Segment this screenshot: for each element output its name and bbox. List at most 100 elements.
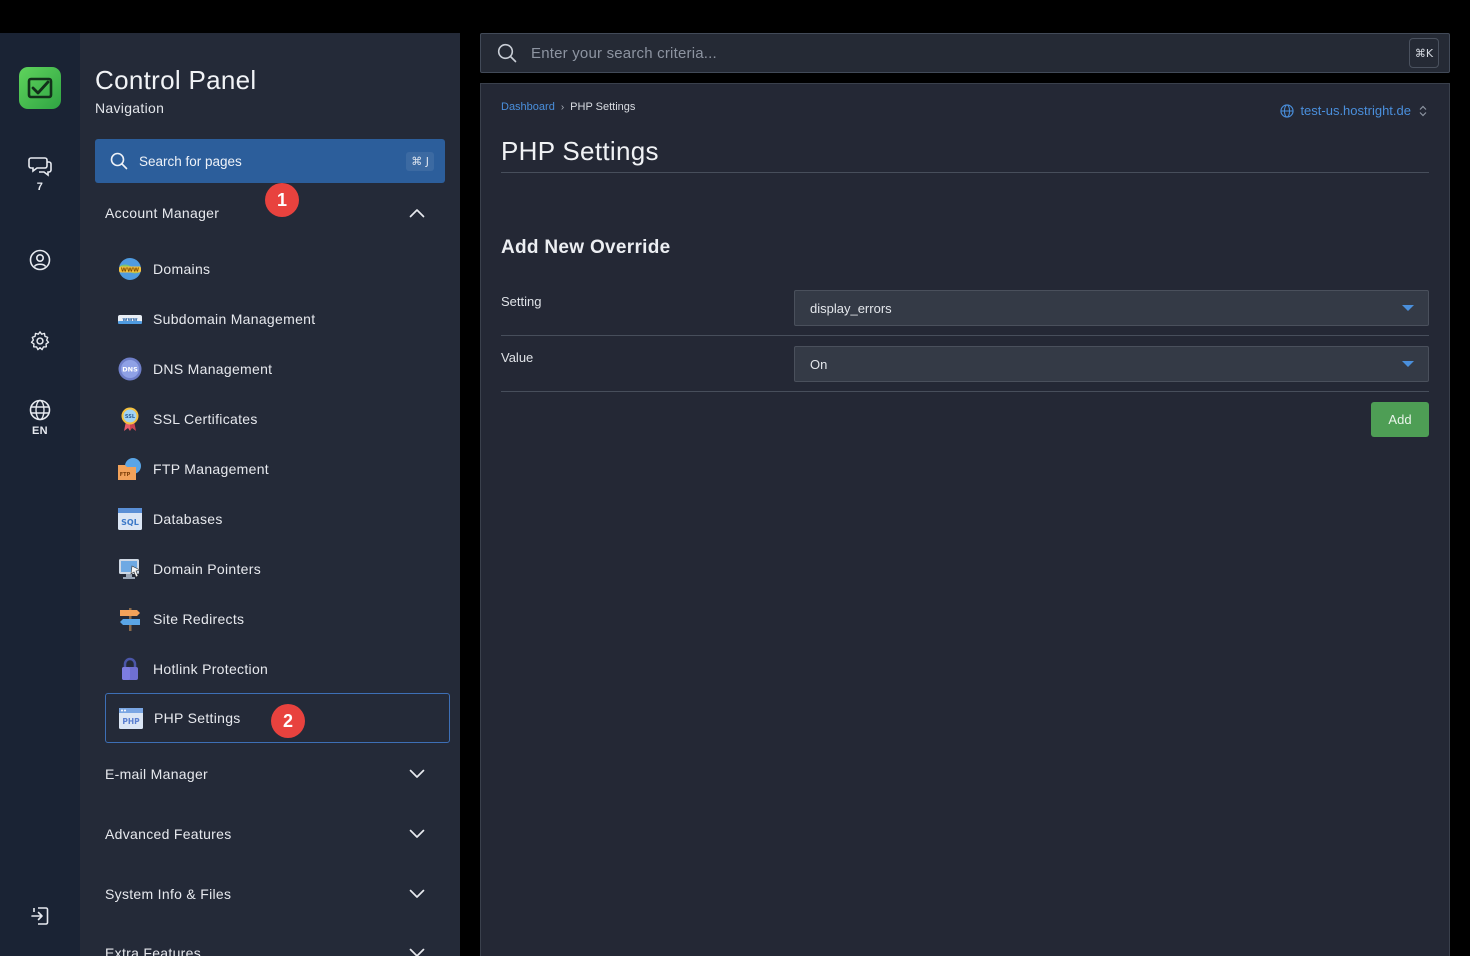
section-extra-features[interactable]: Extra Features bbox=[105, 943, 425, 956]
sidebar-item-site-redirects[interactable]: Site Redirects bbox=[105, 594, 450, 644]
chevron-right-icon: › bbox=[560, 101, 565, 113]
svg-text:SQL: SQL bbox=[121, 518, 139, 527]
sidebar-item-label: Domains bbox=[153, 261, 211, 277]
rail-settings[interactable] bbox=[0, 330, 80, 352]
value-select[interactable]: On bbox=[794, 346, 1429, 382]
page-search-input[interactable]: Search for pages ⌘ J bbox=[95, 139, 445, 183]
caret-down-icon bbox=[1402, 305, 1414, 311]
global-search-placeholder: Enter your search criteria... bbox=[531, 44, 717, 62]
svg-text:www: www bbox=[122, 317, 137, 323]
main-panel: Dashboard › PHP Settings test-us.hostrig… bbox=[480, 83, 1450, 956]
setting-select-value: display_errors bbox=[810, 300, 892, 316]
sidebar-item-ftp-management[interactable]: FTP FTP Management bbox=[105, 444, 450, 494]
chevron-down-icon bbox=[409, 948, 425, 956]
navigation-sidebar: Control Panel Navigation Search for page… bbox=[80, 33, 460, 956]
sidebar-item-subdomain-management[interactable]: www Subdomain Management bbox=[105, 294, 450, 344]
global-search-input[interactable]: Enter your search criteria... ⌘K bbox=[480, 33, 1450, 73]
globe-icon bbox=[1280, 103, 1295, 118]
value-label: Value bbox=[501, 350, 534, 365]
logout-icon bbox=[31, 907, 49, 925]
sidebar-item-dns-management[interactable]: DNS DNS Management bbox=[105, 344, 450, 394]
search-icon bbox=[110, 152, 128, 170]
sidebar-item-label: Subdomain Management bbox=[153, 311, 316, 327]
language-code: EN bbox=[32, 425, 48, 437]
logo-icon bbox=[27, 77, 53, 99]
section-label: Advanced Features bbox=[105, 826, 232, 842]
chevron-down-icon bbox=[409, 829, 425, 838]
sql-database-icon: SQL bbox=[117, 506, 143, 532]
subdomain-icon: www bbox=[117, 306, 143, 332]
sidebar-item-label: Site Redirects bbox=[153, 611, 245, 627]
page-search-placeholder: Search for pages bbox=[139, 153, 242, 169]
ssl-badge-icon: SSL bbox=[117, 406, 143, 432]
rail-logout[interactable] bbox=[0, 905, 80, 927]
setting-label: Setting bbox=[501, 294, 542, 309]
rail-language[interactable]: EN bbox=[0, 399, 80, 437]
chevron-down-icon bbox=[409, 889, 425, 898]
sidebar-title: Control Panel bbox=[95, 65, 257, 95]
section-label: E-mail Manager bbox=[105, 766, 209, 782]
section-email-manager[interactable]: E-mail Manager bbox=[105, 764, 425, 784]
svg-text:PHP: PHP bbox=[122, 717, 140, 726]
svg-text:FTP: FTP bbox=[120, 472, 131, 478]
www-globe-icon: WWW bbox=[117, 256, 143, 282]
signpost-icon bbox=[117, 606, 143, 632]
icon-rail: 7 EN bbox=[0, 33, 80, 956]
section-label: System Info & Files bbox=[105, 886, 232, 902]
padlock-icon bbox=[117, 656, 143, 682]
breadcrumb: Dashboard › PHP Settings bbox=[501, 101, 635, 113]
chat-bubbles-icon bbox=[28, 157, 52, 177]
breadcrumb-dashboard[interactable]: Dashboard bbox=[501, 101, 555, 113]
breadcrumb-current: PHP Settings bbox=[570, 101, 636, 113]
dns-globe-icon: DNS bbox=[117, 356, 143, 382]
rail-account[interactable] bbox=[0, 249, 80, 271]
sidebar-item-domain-pointers[interactable]: Domain Pointers bbox=[105, 544, 450, 594]
value-select-value: On bbox=[810, 356, 828, 372]
domain-selector[interactable]: test-us.hostright.de bbox=[1280, 103, 1427, 118]
domain-name: test-us.hostright.de bbox=[1300, 103, 1411, 118]
window-top-bar bbox=[0, 0, 1470, 33]
svg-text:DNS: DNS bbox=[122, 366, 138, 374]
add-button[interactable]: Add bbox=[1371, 402, 1429, 437]
gear-icon bbox=[30, 331, 50, 351]
global-search-shortcut: ⌘K bbox=[1409, 38, 1439, 68]
user-circle-icon bbox=[29, 249, 51, 271]
sidebar-item-hotlink-protection[interactable]: Hotlink Protection bbox=[105, 644, 450, 694]
row-divider bbox=[501, 391, 1429, 392]
svg-text:WWW: WWW bbox=[121, 268, 139, 274]
section-advanced-features[interactable]: Advanced Features bbox=[105, 824, 425, 844]
ftp-folder-icon: FTP bbox=[117, 456, 143, 482]
messages-count: 7 bbox=[36, 181, 44, 193]
svg-text:SSL: SSL bbox=[125, 414, 136, 420]
sidebar-item-ssl-certificates[interactable]: SSL SSL Certificates bbox=[105, 394, 450, 444]
sort-arrows-icon bbox=[1419, 105, 1427, 116]
section-label: Extra Features bbox=[105, 945, 202, 956]
app-logo[interactable] bbox=[19, 67, 61, 109]
section-title: Add New Override bbox=[501, 237, 671, 258]
sidebar-item-label: FTP Management bbox=[153, 461, 269, 477]
sidebar-item-label: PHP Settings bbox=[154, 710, 241, 726]
setting-select[interactable]: display_errors bbox=[794, 290, 1429, 326]
page-search-shortcut: ⌘ J bbox=[406, 151, 434, 171]
caret-down-icon bbox=[1402, 361, 1414, 367]
sidebar-subtitle: Navigation bbox=[95, 100, 165, 116]
section-label: Account Manager bbox=[105, 205, 220, 221]
row-divider bbox=[501, 335, 1429, 336]
chevron-up-icon bbox=[409, 209, 425, 218]
title-divider bbox=[501, 172, 1429, 173]
sidebar-item-label: Hotlink Protection bbox=[153, 661, 269, 677]
monitor-pointer-icon bbox=[117, 556, 143, 582]
search-icon bbox=[497, 43, 517, 63]
sidebar-item-label: DNS Management bbox=[153, 361, 273, 377]
section-account-manager[interactable]: Account Manager bbox=[105, 203, 425, 223]
section-system-info[interactable]: System Info & Files bbox=[105, 884, 425, 904]
page-title: PHP Settings bbox=[501, 136, 659, 166]
sidebar-item-label: Databases bbox=[153, 511, 223, 527]
step-badge-2: 2 bbox=[271, 704, 305, 738]
globe-icon bbox=[29, 399, 51, 421]
sidebar-item-domains[interactable]: WWW Domains bbox=[105, 244, 450, 294]
sidebar-item-databases[interactable]: SQL Databases bbox=[105, 494, 450, 544]
chevron-down-icon bbox=[409, 769, 425, 778]
sidebar-item-label: Domain Pointers bbox=[153, 561, 261, 577]
rail-messages[interactable]: 7 bbox=[0, 155, 80, 193]
